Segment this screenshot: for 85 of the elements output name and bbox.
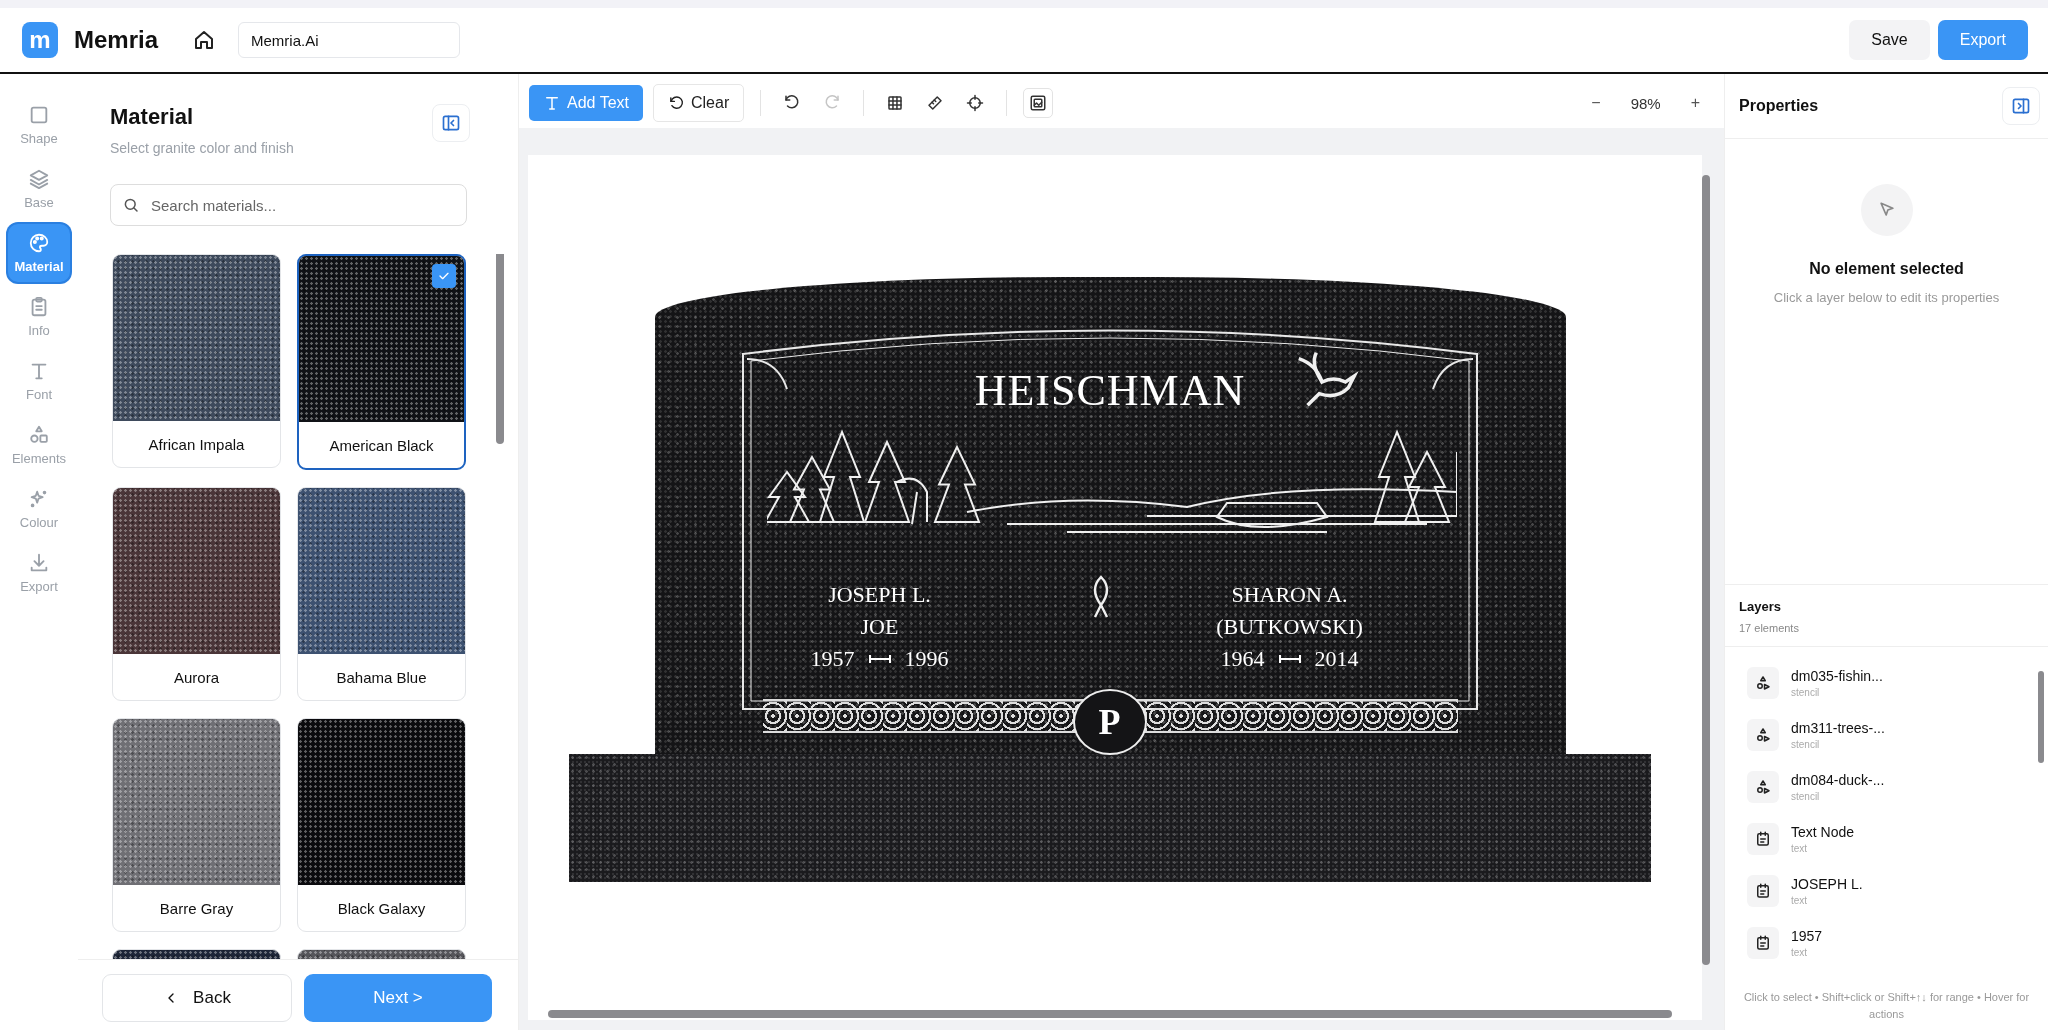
- download-icon: [28, 552, 50, 574]
- layer-name: Text Node: [1791, 824, 1855, 840]
- monogram-letter: P: [1098, 701, 1121, 743]
- clear-button[interactable]: Clear: [652, 84, 745, 122]
- layer-type: text: [1791, 843, 1809, 854]
- material-card[interactable]: African Impala: [112, 254, 281, 468]
- material-card[interactable]: Barre Gray: [112, 718, 281, 932]
- image-button[interactable]: [1023, 88, 1054, 118]
- dash-engraving-icon: [868, 655, 891, 663]
- layer-item[interactable]: Text Node text: [1747, 813, 2028, 865]
- empty-state-hint: Click a layer below to edit its properties: [1773, 290, 2000, 305]
- layer-type: stencil: [1791, 739, 1821, 750]
- material-name: Barre Gray: [158, 898, 235, 919]
- material-card[interactable]: American Black: [297, 254, 466, 470]
- layer-type: stencil: [1791, 791, 1821, 802]
- material-name: American Black: [328, 435, 435, 456]
- layer-name: dm035-fishin...: [1791, 668, 1883, 684]
- palette-icon: [28, 232, 50, 254]
- material-name: Aurora: [173, 667, 220, 688]
- zoom-out-button[interactable]: −: [1583, 94, 1609, 112]
- material-card[interactable]: Black Galaxy: [297, 718, 466, 932]
- logo-badge: m: [22, 22, 58, 58]
- year-inscription: 2014: [1314, 646, 1359, 672]
- shapes-icon: [28, 424, 50, 446]
- reset-icon: [667, 94, 685, 112]
- layer-name: 1957: [1791, 928, 1823, 944]
- layers-icon: [28, 168, 50, 190]
- collapse-panel-button[interactable]: [2002, 87, 2040, 125]
- image-icon: [1029, 94, 1048, 112]
- section-title: Layers: [1739, 599, 1782, 614]
- layer-item[interactable]: dm084-duck-... stencil: [1747, 761, 2028, 813]
- search-field[interactable]: Search materials...: [110, 184, 467, 226]
- year-inscription: 1964: [1220, 646, 1265, 672]
- save-button[interactable]: Save: [1849, 20, 1930, 60]
- fish-engraving-icon: [1092, 575, 1109, 619]
- shapes-icon: [1754, 778, 1772, 796]
- panel-subtitle: Select granite color and finish: [110, 140, 294, 156]
- layer-item[interactable]: dm311-trees-... stencil: [1747, 709, 2028, 761]
- app-name: Memria: [74, 26, 160, 54]
- shapes-icon: [1754, 674, 1772, 692]
- name-inscription: JOSEPH L.: [828, 582, 931, 608]
- collapse-icon: [441, 113, 461, 133]
- text-layer-icon: [1754, 830, 1772, 848]
- name-inscription: JOE: [860, 614, 899, 640]
- collapse-panel-button[interactable]: [432, 104, 470, 142]
- crosshair-icon: [966, 94, 985, 112]
- layer-item[interactable]: JOSEPH L. text: [1747, 865, 2028, 917]
- layer-type: text: [1791, 895, 1809, 906]
- zoom-level: 98%: [1630, 94, 1661, 112]
- layer-count: 17 elements: [1739, 622, 1800, 634]
- layer-item[interactable]: 1957 text: [1747, 917, 2028, 969]
- project-name-field[interactable]: Memria.Ai: [238, 22, 460, 58]
- panel-title: Properties: [1739, 97, 1819, 115]
- help-text: Click to select • Shift+click or Shift+↑↓ for range • Hover for actions: [1742, 989, 2031, 1023]
- empty-state-title: No element selected: [1809, 260, 1964, 278]
- surname-inscription: HEISCHMAN: [974, 365, 1246, 416]
- square-icon: [28, 104, 50, 126]
- material-name: African Impala: [147, 434, 246, 455]
- material-name: Black Galaxy: [336, 898, 427, 919]
- panel-title: Material: [110, 104, 195, 130]
- shapes-icon: [1754, 726, 1772, 744]
- name-inscription: SHARON A.: [1231, 582, 1348, 608]
- text-layer-icon: [1754, 934, 1772, 952]
- material-card[interactable]: Aurora: [112, 487, 281, 701]
- text-icon: [543, 94, 561, 112]
- layer-name: dm311-trees-...: [1791, 720, 1885, 736]
- layer-type: text: [1791, 947, 1809, 958]
- material-name: Bahama Blue: [335, 667, 428, 688]
- home-icon: [192, 28, 216, 52]
- text-layer-icon: [1754, 882, 1772, 900]
- dash-engraving-icon: [1278, 655, 1301, 663]
- collapse-icon: [2011, 96, 2031, 116]
- grid-icon: [886, 94, 905, 112]
- name-inscription: (BUTKOWSKI): [1216, 614, 1363, 640]
- layer-name: JOSEPH L.: [1791, 876, 1863, 892]
- search-icon: [122, 196, 140, 214]
- layer-name: dm084-duck-...: [1791, 772, 1885, 788]
- zoom-in-button[interactable]: +: [1682, 94, 1708, 112]
- year-inscription: 1957: [810, 646, 855, 672]
- year-inscription: 1996: [904, 646, 949, 672]
- back-button[interactable]: Back: [102, 974, 292, 1022]
- material-card[interactable]: Bahama Blue: [297, 487, 466, 701]
- layer-item[interactable]: dm035-fishin... stencil: [1747, 657, 2028, 709]
- layer-type: stencil: [1791, 687, 1821, 698]
- ruler-icon: [926, 94, 945, 112]
